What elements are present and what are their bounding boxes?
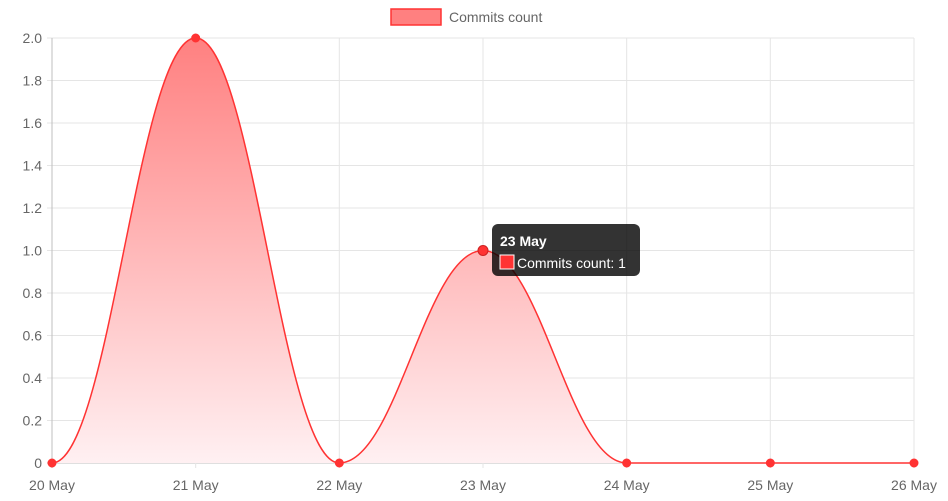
tooltip-title: 23 May [500,233,547,249]
tooltip-label: Commits count: 1 [517,255,626,271]
tooltip-color-swatch [499,254,515,270]
data-point[interactable] [622,458,632,468]
y-tick-label: 0.6 [23,328,43,344]
y-tick-label: 1.2 [23,200,43,216]
legend-label[interactable]: Commits count [449,9,542,25]
y-tick-label: 0.4 [23,370,43,386]
x-tick-label: 20 May [29,477,75,493]
x-tick-label: 24 May [604,477,650,493]
legend[interactable]: Commits count [390,8,542,26]
y-tick-label: 1.4 [23,158,43,174]
y-tick-label: 1.6 [23,115,43,131]
data-point[interactable] [191,33,201,43]
x-tick-label: 25 May [747,477,793,493]
y-tick-label: 0 [34,455,42,471]
data-point[interactable] [765,458,775,468]
data-point[interactable] [47,458,57,468]
legend-swatch[interactable] [390,8,442,26]
y-tick-label: 2.0 [23,30,43,46]
y-tick-label: 0.2 [23,413,43,429]
x-tick-label: 23 May [460,477,506,493]
y-tick-label: 0.8 [23,285,43,301]
tooltip: 23 May Commits count: 1 [492,224,640,276]
y-tick-label: 1.0 [23,243,43,259]
x-tick-label: 21 May [173,477,219,493]
commits-chart: Commits count 0 0.2 0.4 0.6 0.8 1.0 1.2 1.4 1.6 1… [23,8,937,493]
y-tick-label: 1.8 [23,73,43,89]
x-tick-label: 26 May [891,477,937,493]
x-tick-label: 22 May [316,477,362,493]
data-point[interactable] [909,458,919,468]
data-point[interactable] [477,245,489,256]
data-point[interactable] [334,458,344,468]
